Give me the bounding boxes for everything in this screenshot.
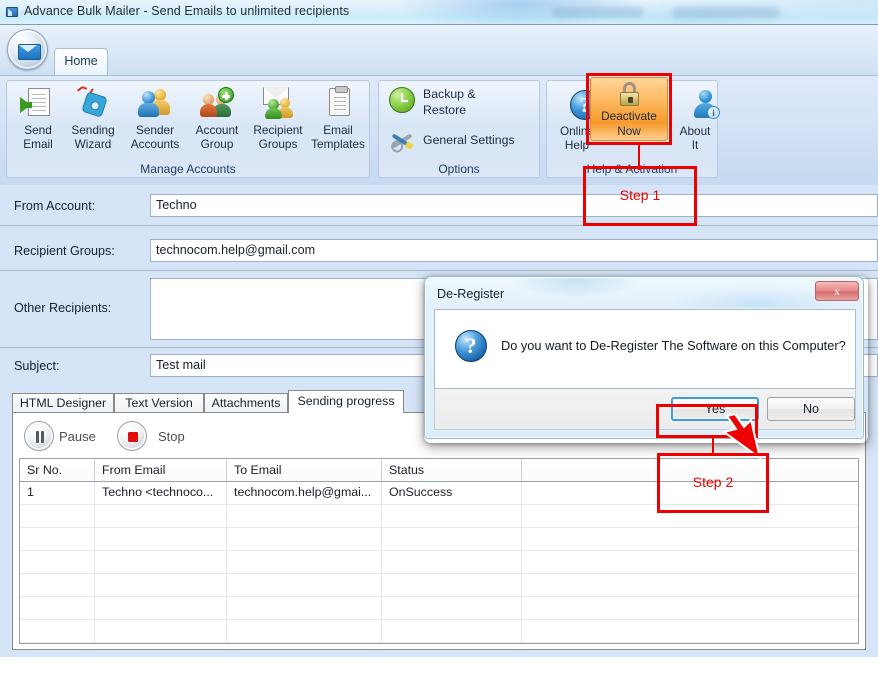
ribbon-group-label: Help & Activation [586,162,678,176]
ribbon-button-label: Group [200,137,234,151]
ribbon-button-general-settings[interactable]: General Settings [389,129,533,165]
ribbon-group-label: Manage Accounts [140,162,236,176]
pause-button-label: Pause [59,429,96,444]
app-envelope-icon [6,7,24,17]
ribbon-button-send-email[interactable]: Send Email [9,85,67,158]
cell-to-email: technocom.help@gmai... [227,482,382,504]
tab-attachments[interactable]: Attachments [204,393,288,412]
pause-button[interactable] [24,421,54,451]
from-account-label: From Account: [14,199,96,213]
sending-progress-panel: Pause Stop Sr No. From Email To Email St… [12,412,866,650]
tools-icon [389,129,415,153]
from-account-field[interactable]: Techno [150,194,878,217]
column-header-sr-no[interactable]: Sr No. [20,459,95,481]
title-bar-reflection [552,7,644,18]
ribbon-body: Manage Accounts Send Email Sending Wizar… [0,75,878,185]
email-templates-icon [320,86,356,121]
clock-icon [389,87,415,113]
sender-accounts-icon [137,87,173,121]
ribbon-group-manage-accounts: Manage Accounts Send Email Sending Wizar… [6,80,370,178]
ribbon-button-sender-accounts[interactable]: Sender Accounts [124,85,186,158]
account-group-icon [199,87,235,121]
table-row[interactable] [20,551,858,574]
dialog-title: De-Register [437,287,505,301]
ribbon-button-label: Restore [423,103,467,117]
ribbon-button-account-group[interactable]: Account Group [187,85,247,158]
other-recipients-label: Other Recipients: [14,301,112,315]
stop-button-label: Stop [158,429,185,444]
ribbon-button-label: Email [23,137,53,151]
table-row[interactable] [20,528,858,551]
sending-wizard-icon [75,86,111,121]
cell-from-email: Techno <technoco... [95,482,227,504]
dialog-footer: Yes No [434,389,856,430]
sending-progress-grid[interactable]: Sr No. From Email To Email Status 1 Tech… [19,458,859,644]
column-header-extra[interactable] [522,459,858,481]
ribbon-button-deactivate-now[interactable]: Deactivate Now [590,77,668,141]
grid-header-row: Sr No. From Email To Email Status [20,459,858,482]
column-header-status[interactable]: Status [382,459,522,481]
send-email-icon [20,87,56,121]
ribbon-button-about-it[interactable]: i About It [669,86,721,159]
table-row[interactable] [20,620,858,643]
tab-text-version[interactable]: Text Version [114,393,204,412]
ribbon-button-backup-restore[interactable]: Backup & Restore [389,87,533,123]
table-row[interactable] [20,505,858,528]
cell-extra [522,482,858,504]
column-header-to-email[interactable]: To Email [227,459,382,481]
yes-button[interactable]: Yes [671,397,759,421]
column-header-from-email[interactable]: From Email [95,459,227,481]
ribbon-button-label: It [691,138,699,152]
tab-html-designer[interactable]: HTML Designer [12,393,114,412]
ribbon-button-email-templates[interactable]: Email Templates [307,85,369,158]
table-row[interactable] [20,574,858,597]
ribbon-tab-strip: Home [0,25,878,75]
pause-icon [35,431,45,443]
recipient-groups-label: Recipient Groups: [14,244,115,258]
ribbon-button-label: Wizard [74,137,112,151]
ribbon-button-label: Email [323,123,353,137]
stop-icon [128,432,138,442]
application-menu-button[interactable] [7,29,48,70]
ribbon-button-label: Accounts [130,137,180,151]
no-button[interactable]: No [767,397,855,421]
ribbon-button-label: Templates [311,137,365,151]
close-icon[interactable]: x [815,281,859,301]
dialog-message: Do you want to De-Register The Software … [501,338,846,353]
tab-home[interactable]: Home [54,48,108,75]
window-title: Advance Bulk Mailer - Send Emails to unl… [24,4,350,18]
ribbon-button-label: Groups [258,137,298,151]
ribbon-button-label: Sender [135,123,175,137]
recipient-groups-field[interactable]: technocom.help@gmail.com [150,239,878,262]
ribbon-button-sending-wizard[interactable]: Sending Wizard [64,85,122,158]
title-bar-reflection [672,7,780,18]
cell-status: OnSuccess [382,482,522,504]
question-mark-icon: ? [455,330,487,362]
tab-sending-progress[interactable]: Sending progress [288,390,404,413]
ribbon-button-label: General Settings [423,133,515,147]
ribbon-group-options: Options Backup & Restore General Setting… [378,80,540,178]
ribbon-button-label: Account [195,123,239,137]
application-window: Advance Bulk Mailer - Send Emails to unl… [0,0,878,680]
ribbon-button-label: About [679,124,711,138]
dialog-body: ? Do you want to De-Register The Softwar… [434,309,856,389]
ribbon-button-label: Deactivate [601,109,657,123]
ribbon-button-label: Backup & [423,87,476,101]
unlocked-padlock-icon [619,82,641,108]
de-register-dialog: De-Register x ? Do you want to De-Regist… [424,276,864,439]
title-bar: Advance Bulk Mailer - Send Emails to unl… [0,0,878,25]
ribbon-button-label: Now [617,124,641,138]
ribbon-button-recipient-groups[interactable]: Recipient Groups [247,85,309,158]
recipient-groups-icon [260,87,296,121]
envelope-flap-icon [19,45,38,52]
stop-button[interactable] [117,421,147,451]
cell-sr-no: 1 [20,482,95,504]
about-person-icon: i [677,88,720,122]
ribbon-button-label: Send [24,123,52,137]
ribbon-button-label: Sending [71,123,115,137]
subject-label: Subject: [14,359,60,373]
ribbon-button-label: Recipient [253,123,303,137]
table-row[interactable]: 1 Techno <technoco... technocom.help@gma… [20,482,858,505]
table-row[interactable] [20,597,858,620]
